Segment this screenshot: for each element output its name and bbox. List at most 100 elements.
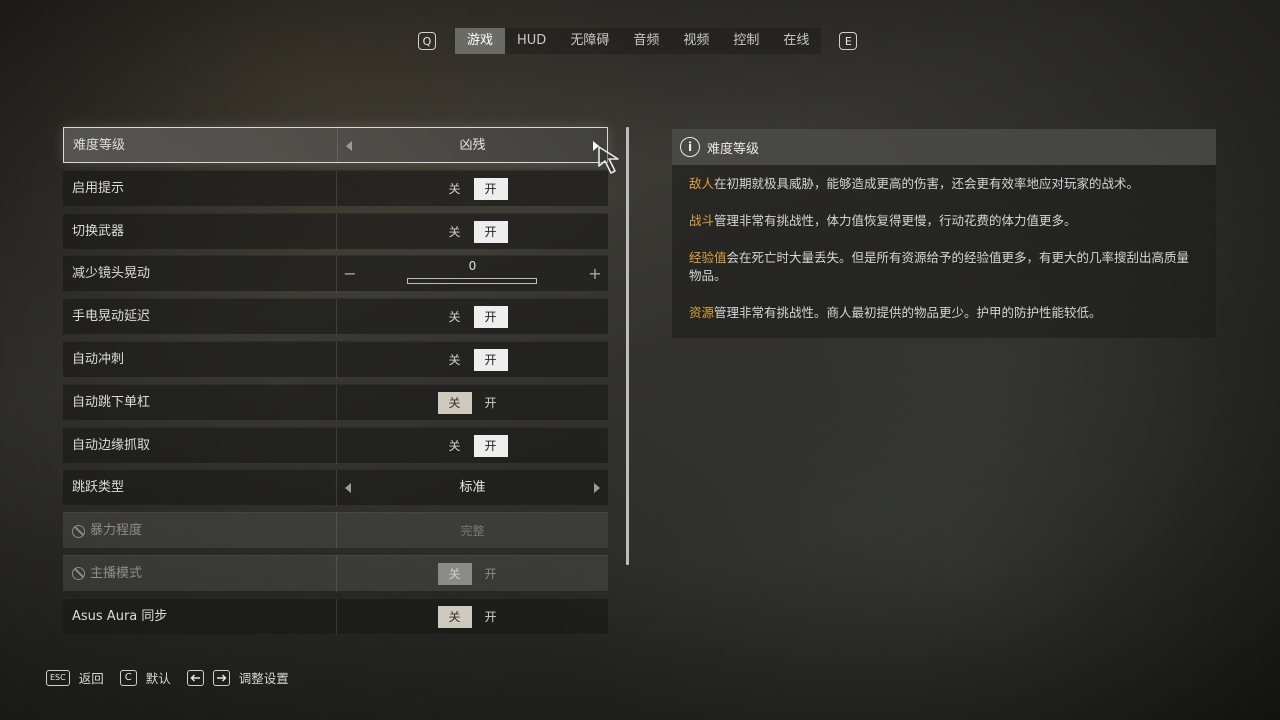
streamer-mode-toggle: 关 开 — [336, 555, 608, 592]
highlight-term: 敌人 — [689, 176, 715, 191]
toggle-off-option[interactable]: 关 — [437, 605, 472, 628]
auto-ledge-grab-toggle[interactable]: 关 开 — [336, 427, 608, 464]
ban-icon — [72, 524, 85, 538]
settings-scrollbar[interactable] — [626, 127, 629, 565]
settings-list: 难度等级 凶残 启用提示 关 开 切换武器 关 开 减少镜头晃动 − 0 + 手… — [63, 127, 608, 641]
asus-aura-toggle[interactable]: 关 开 — [336, 598, 608, 635]
setting-label: 暴力程度 — [90, 523, 143, 539]
toggle-off-option[interactable]: 关 — [438, 349, 472, 371]
settings-tab-bar: Q 游戏 HUD 无障碍 音频 视频 控制 在线 E — [418, 28, 858, 54]
tab-hud[interactable]: HUD — [505, 28, 558, 54]
setting-label: Asus Aura 同步 — [72, 608, 168, 624]
hints-toggle[interactable]: 关 开 — [336, 170, 608, 207]
toggle-on-option[interactable]: 开 — [473, 348, 508, 371]
setting-label: 自动冲刺 — [72, 351, 125, 367]
setting-label-wrap: 主播模式 — [72, 556, 142, 592]
toggle-on-option[interactable]: 开 — [473, 306, 508, 329]
setting-row-asus-aura[interactable]: Asus Aura 同步 关 开 — [63, 597, 608, 635]
next-tab-key[interactable]: E — [839, 32, 858, 50]
toggle-off-option[interactable]: 关 — [437, 391, 472, 414]
tab-video[interactable]: 视频 — [671, 28, 721, 54]
tab-accessibility[interactable]: 无障碍 — [558, 28, 621, 54]
auto-sprint-toggle[interactable]: 关 开 — [336, 341, 608, 378]
info-panel: i 难度等级 敌人在初期就极具威胁，能够造成更高的伤害，还会更有效率地应对玩家的… — [672, 129, 1216, 338]
back-label[interactable]: 返回 — [79, 668, 104, 687]
highlight-term: 资源 — [689, 305, 715, 320]
switch-weapon-toggle[interactable]: 关 开 — [336, 213, 608, 250]
esc-key[interactable]: ESC — [46, 669, 70, 686]
setting-label: 跳跃类型 — [72, 480, 125, 496]
setting-row-auto-ledge-grab[interactable]: 自动边缘抓取 关 开 — [63, 426, 608, 464]
setting-row-auto-drop-bar[interactable]: 自动跳下单杠 关 开 — [63, 383, 608, 421]
setting-label: 启用提示 — [72, 180, 125, 196]
info-icon: i — [680, 137, 700, 157]
toggle-on-option[interactable]: 开 — [473, 220, 508, 243]
tab-online[interactable]: 在线 — [771, 28, 821, 54]
setting-row-hints[interactable]: 启用提示 关 开 — [63, 169, 608, 207]
setting-row-jump-type[interactable]: 跳跃类型 标准 — [63, 469, 608, 507]
difficulty-selector[interactable]: 凶残 — [337, 128, 607, 164]
plus-icon[interactable]: + — [587, 264, 603, 283]
toggle-off-option[interactable]: 关 — [438, 306, 472, 328]
setting-label: 手电晃动延迟 — [72, 309, 151, 325]
footer-hints: ESC 返回 C 默认 调整设置 — [46, 668, 305, 687]
toggle-on-option[interactable]: 开 — [473, 434, 508, 457]
default-label[interactable]: 默认 — [146, 668, 171, 687]
setting-label: 减少镜头晃动 — [72, 266, 151, 282]
selector-value: 标准 — [459, 480, 486, 496]
setting-row-switch-weapon[interactable]: 切换武器 关 开 — [63, 212, 608, 250]
info-paragraph: 战斗管理非常有挑战性，体力值恢复得更慢，行动花费的体力值更多。 — [689, 212, 1199, 230]
selector-value: 完整 — [460, 524, 485, 539]
tab-controls[interactable]: 控制 — [721, 28, 771, 54]
setting-row-streamer-mode: 主播模式 关 开 — [63, 554, 608, 592]
setting-row-flashlight-sway[interactable]: 手电晃动延迟 关 开 — [63, 298, 608, 336]
arrow-right-key-icon — [212, 669, 230, 686]
info-header: i 难度等级 — [672, 129, 1216, 165]
auto-drop-bar-toggle[interactable]: 关 开 — [336, 384, 608, 421]
ban-icon — [72, 567, 85, 581]
paragraph-text: 管理非常有挑战性，体力值恢复得更慢，行动花费的体力值更多。 — [714, 213, 1077, 228]
info-title: 难度等级 — [707, 141, 760, 157]
toggle-off-option[interactable]: 关 — [438, 435, 472, 457]
toggle-off-option: 关 — [437, 562, 472, 585]
setting-label: 自动跳下单杠 — [72, 394, 151, 410]
prev-tab-key[interactable]: Q — [418, 32, 436, 50]
default-key[interactable]: C — [119, 669, 137, 686]
toggle-off-option[interactable]: 关 — [438, 221, 472, 243]
paragraph-text: 会在死亡时大量丢失。但是所有资源给予的经验值更多，有更大的几率搜刮出高质量物品。 — [689, 250, 1190, 283]
toggle-on-option[interactable]: 开 — [474, 606, 508, 628]
tab-audio[interactable]: 音频 — [621, 28, 671, 54]
info-paragraph: 资源管理非常有挑战性。商人最初提供的物品更少。护甲的防护性能较低。 — [689, 304, 1199, 322]
info-body: 敌人在初期就极具威胁，能够造成更高的伤害，还会更有效率地应对玩家的战术。 战斗管… — [672, 165, 1216, 322]
jump-type-selector[interactable]: 标准 — [336, 470, 608, 507]
setting-row-camera-bob[interactable]: 减少镜头晃动 − 0 + — [63, 255, 608, 293]
arrow-left-key-icon — [186, 669, 204, 686]
setting-row-difficulty[interactable]: 难度等级 凶残 — [63, 127, 608, 164]
paragraph-text: 管理非常有挑战性。商人最初提供的物品更少。护甲的防护性能较低。 — [714, 305, 1102, 320]
setting-label: 主播模式 — [90, 565, 143, 581]
setting-row-auto-sprint[interactable]: 自动冲刺 关 开 — [63, 340, 608, 378]
paragraph-text: 在初期就极具威胁，能够造成更高的伤害，还会更有效率地应对玩家的战术。 — [714, 176, 1140, 191]
tabs: 游戏 HUD 无障碍 音频 视频 控制 在线 — [455, 28, 822, 54]
highlight-term: 经验值 — [689, 250, 727, 265]
toggle-on-option[interactable]: 开 — [474, 392, 508, 414]
info-paragraph: 经验值会在死亡时大量丢失。但是所有资源给予的经验值更多，有更大的几率搜刮出高质量… — [689, 249, 1199, 285]
flashlight-sway-toggle[interactable]: 关 开 — [336, 299, 608, 336]
setting-label: 自动边缘抓取 — [72, 437, 151, 453]
info-paragraph: 敌人在初期就极具威胁，能够造成更高的伤害，还会更有效率地应对玩家的战术。 — [689, 175, 1199, 193]
setting-label: 难度等级 — [73, 138, 126, 153]
adjust-label: 调整设置 — [238, 671, 289, 686]
violence-selector: 完整 — [336, 513, 608, 550]
tab-game[interactable]: 游戏 — [455, 28, 506, 54]
slider-track[interactable] — [407, 278, 537, 285]
toggle-on-option: 开 — [484, 566, 497, 581]
toggle-off-option[interactable]: 关 — [438, 178, 472, 200]
mouse-cursor-icon — [598, 146, 619, 174]
arrow-right-icon[interactable] — [594, 483, 600, 494]
slider-value: 0 — [468, 259, 477, 274]
highlight-term: 战斗 — [689, 213, 715, 228]
toggle-on-option[interactable]: 开 — [473, 177, 508, 200]
selector-value: 凶残 — [459, 138, 486, 153]
camera-bob-slider[interactable]: − 0 + — [336, 256, 608, 293]
setting-label: 切换武器 — [72, 223, 125, 239]
